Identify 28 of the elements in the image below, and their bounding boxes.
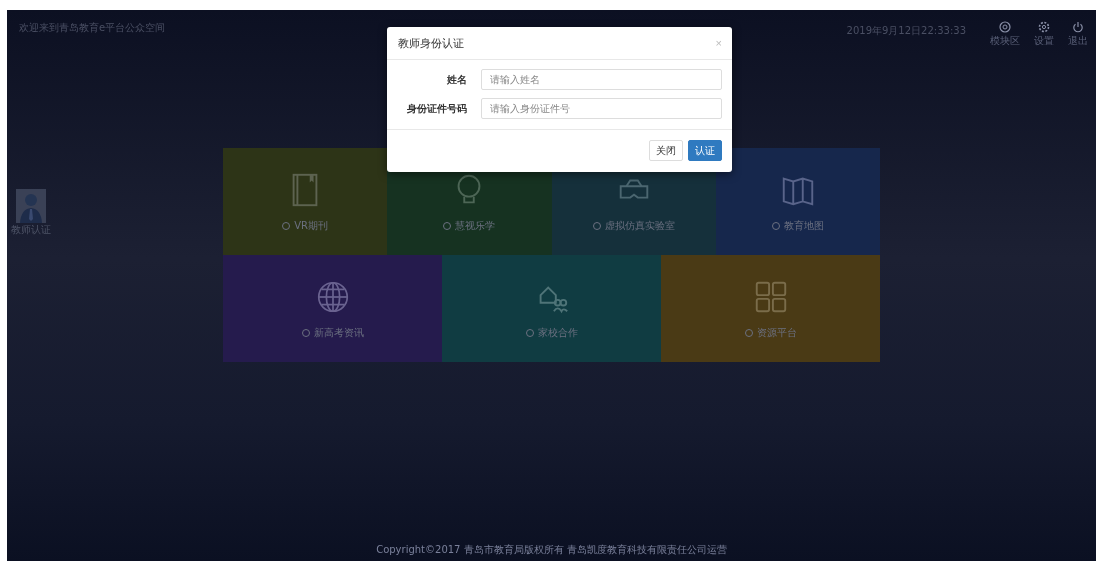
cancel-button[interactable]: 关闭 (649, 140, 683, 161)
close-button[interactable]: × (715, 37, 722, 49)
feature-tile[interactable]: 新高考资讯 (223, 255, 442, 362)
tile-label: 资源平台 (756, 325, 797, 340)
feature-tile[interactable]: 家校合作 (442, 255, 661, 362)
tile-label: VR期刊 (294, 218, 328, 233)
tile-label: 虚拟仿真实验室 (604, 218, 675, 233)
header-action[interactable]: 退出 (1068, 21, 1088, 48)
text-field[interactable]: 请输入身份证件号 (481, 98, 722, 119)
power-icon (1072, 21, 1084, 33)
header-action[interactable]: 设置 (1034, 21, 1054, 48)
field-label: 姓名 (446, 72, 467, 87)
tile-label: 家校合作 (537, 325, 578, 340)
tile-label: 新高考资讯 (313, 325, 364, 340)
text-field[interactable]: 请输入姓名 (481, 69, 722, 90)
copyright-text: Copyright©2017 青岛市教育局版权所有 青岛凯度教育科技有限责任公司运营 (375, 543, 728, 557)
feature-tile[interactable]: 教育地图 (715, 148, 880, 255)
header-action[interactable]: 模块区 (990, 21, 1020, 48)
dialog-title: 教师身份认证 (398, 35, 464, 51)
circle-icon (999, 21, 1011, 33)
confirm-button[interactable]: 认证 (688, 140, 722, 161)
settings-icon (1038, 21, 1050, 33)
feature-tile[interactable]: 资源平台 (661, 255, 880, 362)
feature-tile[interactable]: VR期刊 (223, 148, 388, 255)
tile-label: 慧视乐学 (455, 218, 496, 233)
person-icon (16, 189, 46, 223)
tile-label: 教育地图 (783, 218, 824, 233)
field-label: 身份证件号码 (406, 101, 467, 116)
